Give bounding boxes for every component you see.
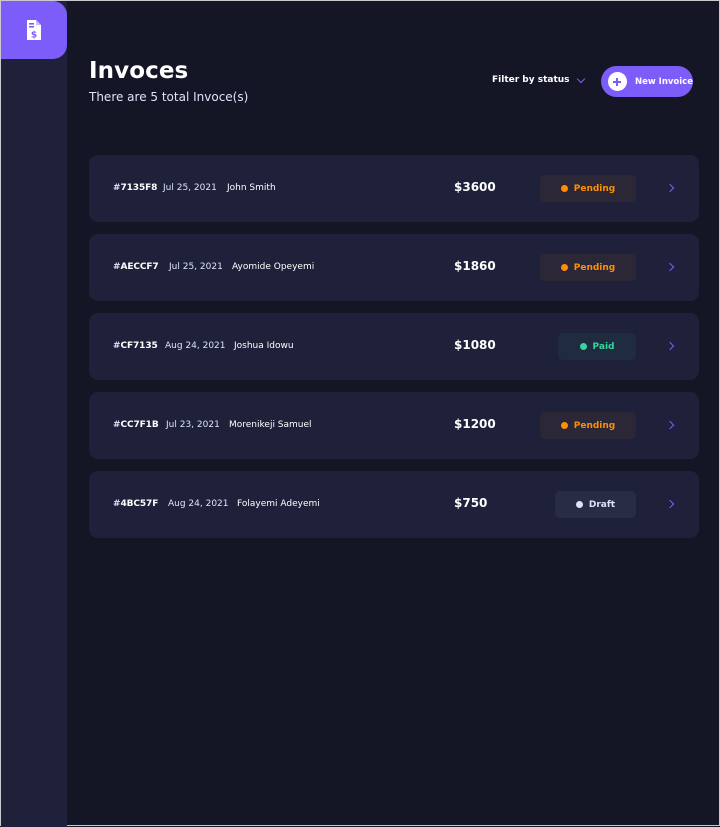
status-dot (560, 422, 568, 429)
invoice-id: #CC7F1B (113, 420, 159, 430)
status-dot (560, 264, 568, 271)
invoice-row[interactable]: #AECCF7 Jul 25, 2021 Ayomide Opeyemi $18… (89, 234, 699, 301)
new-invoice-button[interactable]: New Invoice (601, 66, 693, 97)
invoice-client-name: Joshua Idowu (234, 341, 294, 351)
chevron-right-icon[interactable] (665, 420, 675, 430)
status-badge: Paid (558, 333, 636, 360)
invoice-due-date: Aug 24, 2021 (165, 341, 226, 351)
status-dot (579, 343, 587, 350)
status-badge: Draft (555, 491, 636, 518)
page-title: Invoces (89, 58, 189, 84)
invoice-due-date: Jul 25, 2021 (169, 262, 223, 272)
invoice-id-value: CC7F1B (120, 420, 159, 430)
invoice-due-date: Jul 23, 2021 (166, 420, 220, 430)
status-label: Pending (573, 183, 616, 194)
invoice-id-value: AECCF7 (120, 262, 159, 272)
invoice-id-value: CF7135 (120, 341, 158, 351)
chevron-right-icon[interactable] (665, 499, 675, 509)
invoice-row[interactable]: #CF7135 Aug 24, 2021 Joshua Idowu $1080 … (89, 313, 699, 380)
invoice-id: #AECCF7 (113, 262, 159, 272)
invoice-amount: $3600 (454, 180, 496, 194)
invoice-amount: $750 (454, 496, 488, 510)
invoice-amount: $1080 (454, 338, 496, 352)
invoice-id-value: 4BC57F (120, 499, 159, 509)
invoice-count-text: There are 5 total Invoce(s) (89, 90, 249, 104)
invoice-client-name: Morenikeji Samuel (229, 420, 312, 430)
invoice-due-date: Aug 24, 2021 (168, 499, 229, 509)
status-label: Draft (588, 499, 616, 510)
invoice-client-name: John Smith (227, 183, 276, 193)
chevron-right-icon[interactable] (665, 341, 675, 351)
invoice-id: #7135F8 (113, 183, 157, 193)
invoice-id: #4BC57F (113, 499, 158, 509)
filter-label: Filter by status (492, 75, 570, 85)
invoice-amount: $1860 (454, 259, 496, 273)
status-dot (560, 185, 568, 192)
chevron-down-icon (576, 74, 585, 83)
svg-text:$: $ (31, 31, 37, 41)
invoice-row[interactable]: #4BC57F Aug 24, 2021 Folayemi Adeyemi $7… (89, 471, 699, 538)
invoice-row[interactable]: #7135F8 Jul 25, 2021 John Smith $3600 Pe… (89, 155, 699, 222)
status-badge: Pending (540, 254, 636, 281)
invoice-client-name: Folayemi Adeyemi (237, 499, 320, 509)
invoice-client-name: Ayomide Opeyemi (232, 262, 315, 272)
app-logo-button[interactable]: $ (1, 1, 67, 59)
new-invoice-label: New Invoice (634, 76, 693, 87)
invoice-due-date: Jul 25, 2021 (163, 183, 217, 193)
invoice-amount: $1200 (454, 417, 496, 431)
invoice-id: #CF7135 (113, 341, 158, 351)
chevron-right-icon[interactable] (665, 262, 675, 272)
status-dot (575, 501, 583, 508)
status-badge: Pending (540, 175, 636, 202)
plus-icon (608, 72, 627, 91)
status-label: Paid (592, 341, 615, 352)
chevron-right-icon[interactable] (665, 183, 675, 193)
app-window: $ Invoces There are 5 total Invoce(s) Fi… (0, 0, 720, 827)
invoice-list: #7135F8 Jul 25, 2021 John Smith $3600 Pe… (89, 155, 699, 550)
filter-by-status-dropdown[interactable]: Filter by status (492, 74, 585, 85)
invoice-row[interactable]: #CC7F1B Jul 23, 2021 Morenikeji Samuel $… (89, 392, 699, 459)
invoice-id-value: 7135F8 (120, 183, 158, 193)
status-label: Pending (573, 420, 616, 431)
status-label: Pending (573, 262, 616, 273)
status-badge: Pending (540, 412, 636, 439)
invoice-dollar-icon: $ (27, 20, 41, 41)
sidebar: $ (1, 1, 67, 827)
